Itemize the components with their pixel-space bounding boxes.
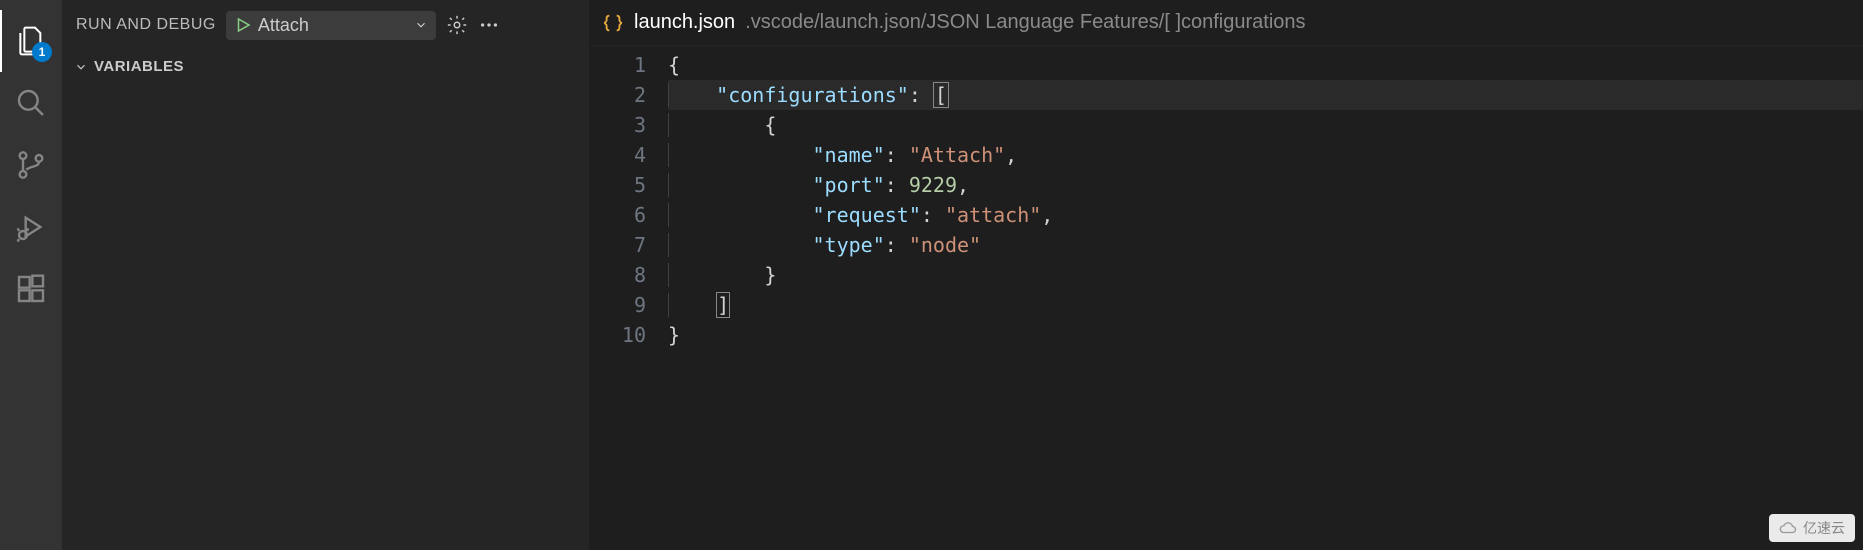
watermark: 亿速云 [1769,514,1855,542]
line-number: 2 [590,80,646,110]
code-content[interactable]: { "configurations": [ { "name": "Attach"… [668,50,1863,550]
sidebar-title: RUN AND DEBUG [76,16,216,34]
code-token: "Attach" [909,143,1005,167]
code-token: "port" [813,173,885,197]
explorer-badge: 1 [32,42,52,62]
source-control-activity[interactable] [0,134,62,196]
code-token: "request" [813,203,921,227]
code-token: "name" [813,143,885,167]
editor-area: launch.json .vscode/launch.json/JSON Lan… [590,0,1863,550]
cloud-icon [1779,519,1797,537]
code-token: ] [716,292,730,318]
line-number: 3 [590,110,646,140]
debug-sidebar: RUN AND DEBUG Attach VARIABLES [62,0,590,550]
json-icon [602,12,624,34]
line-number: 8 [590,260,646,290]
tab-path: .vscode/launch.json/JSON Language Featur… [745,11,1305,34]
search-activity[interactable] [0,72,62,134]
code-token: { [764,113,776,137]
extensions-icon [15,273,47,305]
search-icon [15,87,47,119]
code-token: } [764,263,776,287]
sidebar-header: RUN AND DEBUG Attach [62,0,589,50]
chevron-down-icon [74,60,88,74]
variables-section-header[interactable]: VARIABLES [62,50,589,83]
editor-body[interactable]: 1 2 3 4 5 6 7 8 9 10 { "configurations":… [590,46,1863,550]
branch-icon [15,149,47,181]
code-token: [ [933,82,949,108]
chevron-down-icon [414,18,428,32]
line-number: 6 [590,200,646,230]
play-icon [234,16,252,34]
extensions-activity[interactable] [0,258,62,320]
line-number: 9 [590,290,646,320]
line-gutter: 1 2 3 4 5 6 7 8 9 10 [590,50,668,550]
line-number: 1 [590,50,646,80]
line-number: 4 [590,140,646,170]
debug-activity[interactable] [0,196,62,258]
debug-icon [15,211,47,243]
explorer-activity[interactable]: 1 [0,10,62,72]
editor-tabs: launch.json .vscode/launch.json/JSON Lan… [590,0,1863,46]
code-token: "type" [813,233,885,257]
line-number: 7 [590,230,646,260]
tab-title[interactable]: launch.json [634,11,735,34]
gear-icon[interactable] [446,14,468,36]
code-token: "node" [909,233,981,257]
code-token: "attach" [945,203,1041,227]
code-token: "configurations" [716,83,909,107]
code-token: { [668,53,680,77]
code-token: 9229 [909,173,957,197]
code-token: : [909,83,933,107]
debug-config-dropdown[interactable]: Attach [226,11,436,40]
watermark-text: 亿速云 [1803,518,1845,538]
variables-section-title: VARIABLES [94,58,184,75]
line-number: 10 [590,320,646,350]
code-token: } [668,323,680,347]
activity-bar: 1 [0,0,62,550]
config-name: Attach [258,15,408,36]
line-number: 5 [590,170,646,200]
ellipsis-icon[interactable] [478,14,500,36]
